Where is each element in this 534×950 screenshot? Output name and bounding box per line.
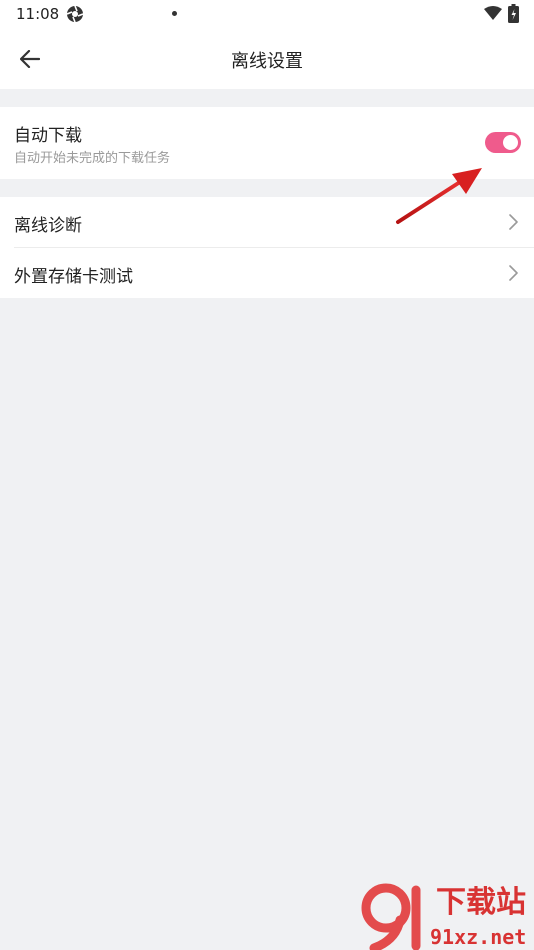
auto-download-title: 自动下载 bbox=[14, 126, 82, 146]
auto-download-toggle[interactable] bbox=[485, 132, 521, 153]
watermark-logo: 下载站 91xz.net bbox=[361, 883, 526, 950]
aperture-icon bbox=[66, 5, 84, 23]
battery-icon bbox=[508, 4, 519, 23]
offline-diagnosis-label: 离线诊断 bbox=[14, 216, 82, 236]
chevron-right-icon bbox=[509, 265, 518, 281]
auto-download-description: 自动开始未完成的下载任务 bbox=[14, 151, 171, 166]
watermark-text-bottom: 91xz.net bbox=[430, 925, 526, 949]
auto-download-row: 自动下载 自动开始未完成的下载任务 bbox=[0, 107, 534, 179]
toggle-knob bbox=[503, 135, 518, 150]
settings-list: 离线诊断 外置存储卡测试 bbox=[0, 197, 534, 298]
notification-dot bbox=[172, 11, 177, 16]
page-title: 离线设置 bbox=[231, 51, 303, 72]
top-bar: 离线设置 bbox=[0, 28, 534, 89]
chevron-right-icon bbox=[509, 214, 518, 230]
status-bar: 11:08 bbox=[0, 0, 534, 28]
screen: 11:08 离线设置 自动下载 自动开始未完成的下载任务 离线诊断 外置存储卡测… bbox=[0, 0, 534, 950]
status-time: 11:08 bbox=[16, 5, 60, 23]
sd-card-test-label: 外置存储卡测试 bbox=[14, 267, 133, 287]
wifi-icon bbox=[484, 6, 502, 20]
watermark-text-top: 下载站 bbox=[436, 885, 526, 920]
offline-diagnosis-row[interactable]: 离线诊断 bbox=[0, 197, 534, 248]
sd-card-test-row[interactable]: 外置存储卡测试 bbox=[0, 248, 534, 298]
